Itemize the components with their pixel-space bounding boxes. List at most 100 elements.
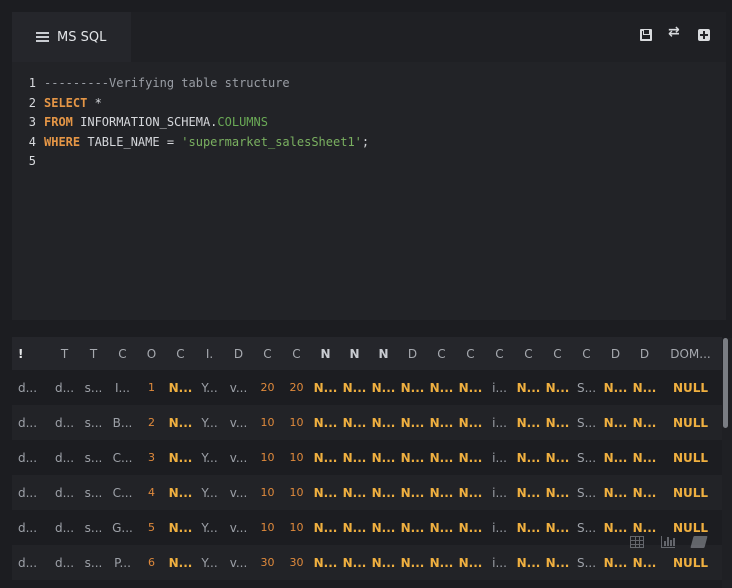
table-cell: 10 [289, 486, 304, 499]
column-header[interactable]: D [601, 337, 630, 370]
table-cell: d... [18, 415, 38, 430]
table-cell: s... [84, 485, 103, 500]
column-header[interactable]: C [166, 337, 195, 370]
column-header[interactable]: D [398, 337, 427, 370]
sql-keyword: SELECT [44, 95, 88, 110]
table-cell: d... [18, 380, 38, 395]
table-cell: C... [112, 450, 133, 465]
table-cell: N... [342, 555, 367, 570]
column-header[interactable]: D [224, 337, 253, 370]
table-cell: S... [576, 520, 597, 535]
table-cell: N... [371, 415, 396, 430]
table-cell: N... [603, 485, 628, 500]
table-cell: N... [168, 415, 193, 430]
column-header[interactable]: C [543, 337, 572, 370]
grid-scrollbar-thumb[interactable] [723, 338, 728, 428]
table-cell: NULL [672, 415, 709, 430]
table-cell: 2 [148, 416, 155, 429]
table-cell: N... [458, 450, 483, 465]
table-cell: N... [313, 380, 338, 395]
sql-keyword: FROM [44, 115, 73, 129]
table-cell: N... [458, 380, 483, 395]
table-cell: S... [576, 485, 597, 500]
column-header[interactable]: N [369, 337, 398, 370]
code-line: 4 WHERE TABLE_NAME = 'supermarket_salesS… [12, 133, 726, 153]
table-cell: 10 [260, 416, 275, 429]
table-cell: N... [632, 450, 657, 465]
table-cell: d... [54, 380, 75, 395]
table-cell: 5 [148, 521, 155, 534]
table-cell: N... [458, 485, 483, 500]
table-cell: s... [84, 380, 103, 395]
code-editor[interactable]: 1 ---------Verifying table structure 2 S… [12, 74, 726, 172]
table-cell: N... [429, 380, 454, 395]
column-header[interactable]: T [50, 337, 79, 370]
column-header[interactable]: D [630, 337, 659, 370]
table-cell: 3 [148, 451, 155, 464]
code-line: 3 FROM INFORMATION_SCHEMA. COLUMNS [12, 113, 726, 133]
column-header[interactable]: DOM... [659, 337, 722, 370]
sql-identifier: TABLE_NAME = [80, 134, 182, 149]
table-cell: N... [313, 450, 338, 465]
table-cell: d... [18, 520, 38, 535]
column-header[interactable]: C [108, 337, 137, 370]
save-icon[interactable] [640, 29, 652, 41]
add-icon[interactable] [698, 29, 710, 41]
table-row[interactable]: d... d... s... B... 2 N... Y... v... 10 10 N... N..… [12, 405, 722, 440]
column-header[interactable]: I. [195, 337, 224, 370]
tab-ms-sql[interactable]: MS SQL [12, 12, 131, 62]
table-row[interactable]: d... d... s... P... 6 N... Y... v... 30 30 N... N..… [12, 545, 722, 580]
column-header[interactable]: C [456, 337, 485, 370]
table-cell: N... [516, 520, 541, 535]
table-row[interactable]: d... d... s... I... 1 N... Y... v... 20 20 N... N..… [12, 370, 722, 405]
table-cell: N... [400, 450, 425, 465]
table-cell: N... [313, 485, 338, 500]
table-cell: N... [516, 555, 541, 570]
table-cell: N... [458, 555, 483, 570]
column-header[interactable]: C [253, 337, 282, 370]
table-cell: NULL [672, 485, 709, 500]
column-header[interactable]: N [340, 337, 369, 370]
column-header[interactable]: C [282, 337, 311, 370]
table-cell: N... [545, 520, 570, 535]
column-header[interactable]: N [311, 337, 340, 370]
table-row[interactable]: d... d... s... G... 5 N... Y... v... 10 10 N... N..… [12, 510, 722, 545]
column-header[interactable]: O [137, 337, 166, 370]
bar-chart-icon[interactable] [661, 536, 675, 548]
line-number: 3 [28, 115, 36, 129]
column-header[interactable]: ! [12, 337, 50, 370]
table-cell: Y... [201, 450, 218, 465]
column-header[interactable]: C [572, 337, 601, 370]
table-cell: NULL [672, 555, 709, 570]
table-cell: N... [545, 380, 570, 395]
column-header[interactable]: C [514, 337, 543, 370]
table-cell: N... [342, 485, 367, 500]
table-cell: d... [54, 520, 75, 535]
table-cell: N... [458, 520, 483, 535]
table-row[interactable]: d... d... s... C... 3 N... Y... v... 10 10 N... N..… [12, 440, 722, 475]
sql-keyword: WHERE [44, 134, 81, 149]
table-cell: N... [371, 485, 396, 500]
table-cell: s... [84, 555, 103, 570]
table-icon[interactable] [630, 536, 644, 548]
table-cell: G... [112, 520, 133, 535]
sql-object: COLUMNS [217, 115, 268, 129]
table-cell: P... [114, 555, 131, 570]
sql-text: * [87, 95, 102, 110]
table-cell: d... [54, 555, 75, 570]
table-cell: N... [632, 415, 657, 430]
notebook-icon[interactable] [690, 536, 708, 548]
code-line: 5 [12, 152, 726, 172]
table-row[interactable]: d... d... s... C... 4 N... Y... v... 10 10 N... N..… [12, 475, 722, 510]
column-header[interactable]: T [79, 337, 108, 370]
table-cell: s... [84, 520, 103, 535]
table-cell: S... [576, 555, 597, 570]
table-cell: N... [429, 485, 454, 500]
column-header[interactable]: C [427, 337, 456, 370]
table-cell: d... [18, 555, 38, 570]
tab-bar: MS SQL [12, 12, 726, 62]
sql-string: 'supermarket_salesSheet1' [181, 134, 362, 149]
table-cell: i... [492, 485, 507, 500]
column-header[interactable]: C [485, 337, 514, 370]
swap-icon[interactable] [668, 24, 681, 41]
